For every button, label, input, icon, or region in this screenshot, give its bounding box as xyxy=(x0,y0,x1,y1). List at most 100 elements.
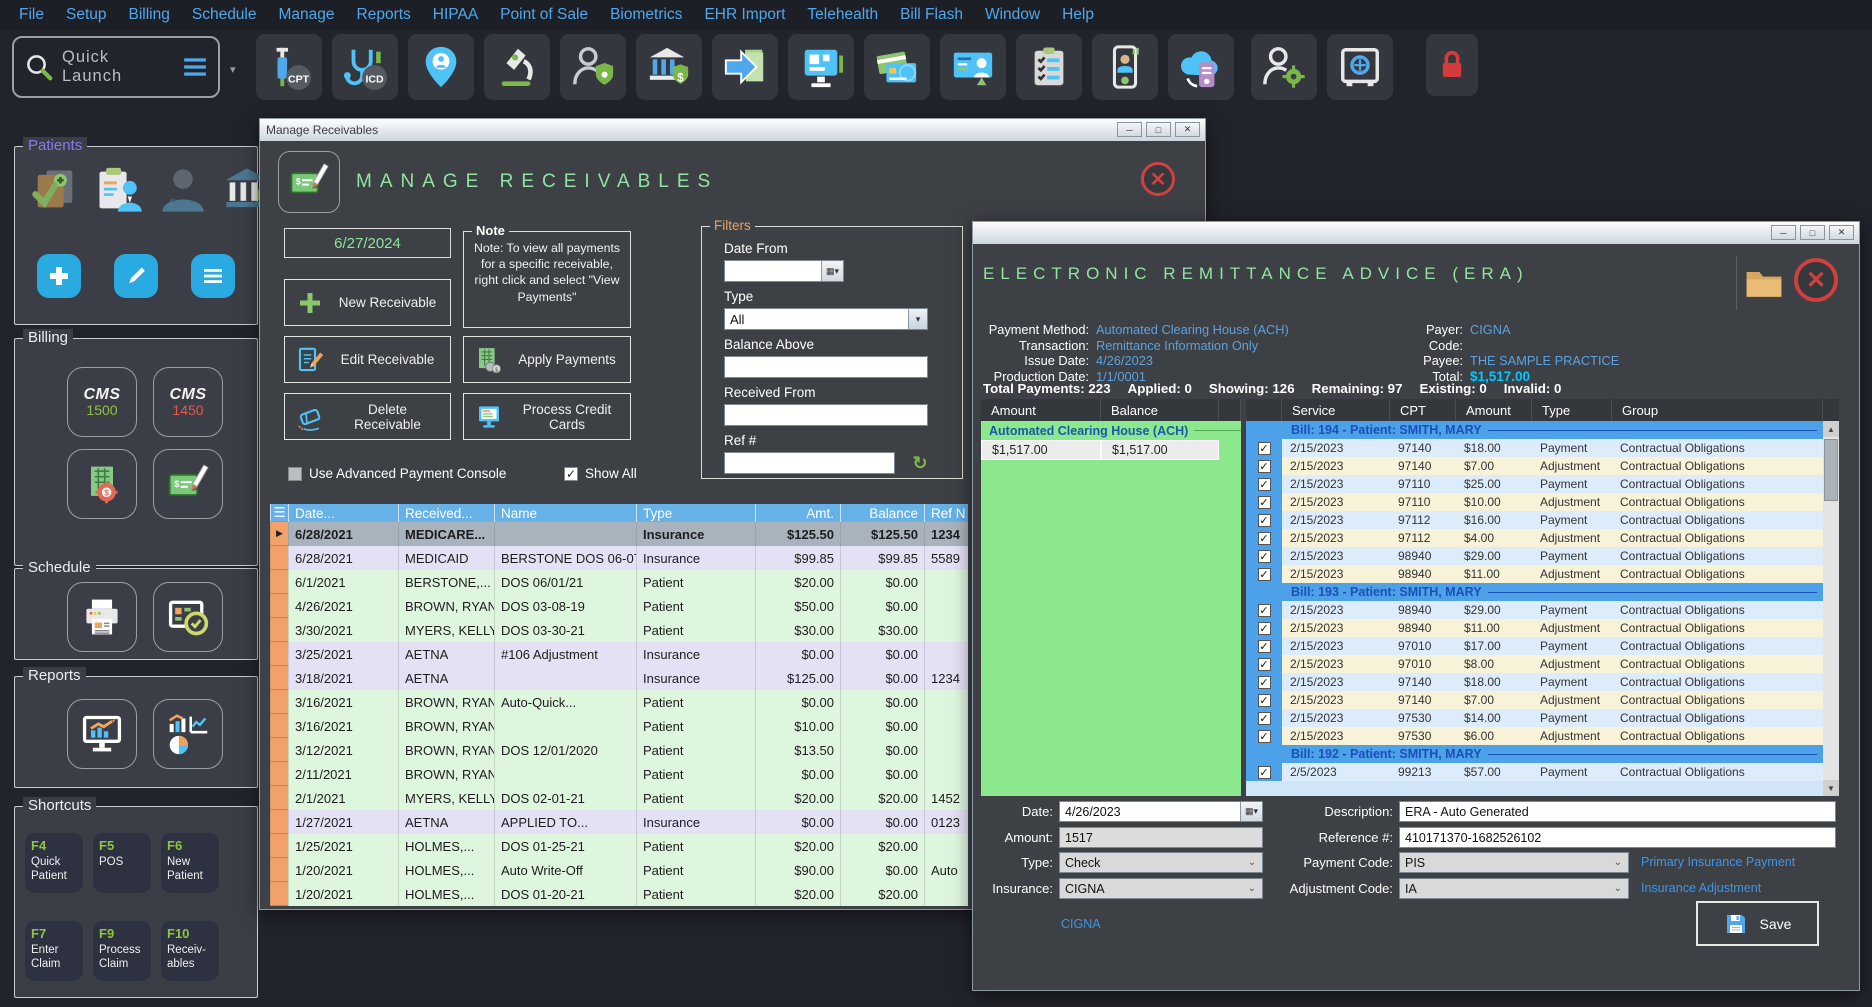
service-row[interactable]: ✓2/15/202397530$6.00AdjustmentContractua… xyxy=(1246,727,1823,745)
checkbox-cell[interactable]: ✓ xyxy=(1246,511,1282,529)
column-header-cpt[interactable]: CPT xyxy=(1390,399,1456,421)
column-header-name[interactable]: Name xyxy=(494,504,636,522)
row-selector[interactable] xyxy=(270,594,288,618)
checkbox-cell[interactable]: ✓ xyxy=(1246,565,1282,583)
checkbox-cell[interactable]: ✓ xyxy=(1246,529,1282,547)
row-selector[interactable] xyxy=(270,666,288,690)
ehr-cloud-button[interactable] xyxy=(1168,34,1234,100)
checkbox-checked-icon[interactable]: ✓ xyxy=(1258,712,1271,725)
mr-titlebar[interactable]: Manage Receivables ─ □ ✕ xyxy=(260,119,1205,141)
row-selector[interactable] xyxy=(270,810,288,834)
receivables-table[interactable]: ☰Date...Received...NameTypeAmt.BalanceRe… xyxy=(270,504,968,907)
row-selector[interactable] xyxy=(270,858,288,882)
checkbox-checked-icon[interactable]: ✓ xyxy=(1258,532,1271,545)
menu-item-billing[interactable]: Billing xyxy=(118,0,181,29)
row-selector[interactable] xyxy=(270,786,288,810)
minimize-button[interactable]: ─ xyxy=(1771,225,1796,240)
pos-terminal-button[interactable] xyxy=(788,34,854,100)
service-row[interactable]: ✓2/15/202397112$4.00AdjustmentContractua… xyxy=(1246,529,1823,547)
maximize-button[interactable]: □ xyxy=(1146,122,1171,137)
service-row[interactable]: ✓2/15/202397010$17.00PaymentContractual … xyxy=(1246,637,1823,655)
close-button[interactable]: ✕ xyxy=(1829,225,1854,240)
checkbox-checked-icon[interactable]: ✓ xyxy=(1258,766,1271,779)
checklist-button[interactable] xyxy=(1016,34,1082,100)
shortcut-f9[interactable]: F9Process Claim xyxy=(93,921,151,981)
era-description-input[interactable]: ERA - Auto Generated xyxy=(1399,801,1836,822)
checkbox-cell[interactable]: ✓ xyxy=(1246,655,1282,673)
chevron-down-icon[interactable]: ▾ xyxy=(230,63,236,76)
checkbox-cell[interactable]: ✓ xyxy=(1246,709,1282,727)
table-row[interactable]: 2/1/2021MYERS, KELLYDOS 02-01-21Patient$… xyxy=(270,786,968,810)
checkbox-cell[interactable]: ✓ xyxy=(1246,457,1282,475)
calendar-dropdown-icon[interactable]: ▦▾ xyxy=(1240,802,1262,821)
checkbox-cell[interactable]: ✓ xyxy=(1246,547,1282,565)
checkbox-cell[interactable]: ✓ xyxy=(1246,763,1282,781)
table-row[interactable]: 3/25/2021AETNA#106 AdjustmentInsurance$0… xyxy=(270,642,968,666)
checkbox-checked-icon[interactable]: ✓ xyxy=(1258,640,1271,653)
service-row[interactable]: ✓2/15/202397112$16.00PaymentContractual … xyxy=(1246,511,1823,529)
process-credit-cards-button[interactable]: Process Credit Cards xyxy=(463,393,631,440)
add-patient-button[interactable] xyxy=(37,254,81,298)
balance-above-input[interactable] xyxy=(724,356,928,378)
patient-chart-icon[interactable] xyxy=(29,164,81,216)
service-row[interactable]: ✓2/15/202397530$14.00PaymentContractual … xyxy=(1246,709,1823,727)
row-selector[interactable] xyxy=(270,738,288,762)
checkbox-cell[interactable]: ✓ xyxy=(1246,439,1282,457)
checks-button[interactable]: $ xyxy=(153,449,223,519)
row-selector[interactable] xyxy=(270,714,288,738)
chevron-down-icon[interactable]: ▾ xyxy=(908,309,927,329)
menu-item-point-of-sale[interactable]: Point of Sale xyxy=(489,0,599,29)
era-insurance-select[interactable]: CIGNA ⌄ xyxy=(1059,878,1263,899)
era-payments-grid[interactable]: AmountBalance Automated Clearing House (… xyxy=(981,399,1241,796)
vault-button[interactable] xyxy=(1327,34,1393,100)
checkbox-checked-icon[interactable]: ✓ xyxy=(564,467,578,481)
bank-deposits-button[interactable]: $ xyxy=(636,34,702,100)
refresh-icon[interactable]: ↻ xyxy=(909,452,931,474)
service-row[interactable]: ✓2/15/202397110$25.00PaymentContractual … xyxy=(1246,475,1823,493)
service-row[interactable]: ✓2/15/202398940$11.00AdjustmentContractu… xyxy=(1246,565,1823,583)
row-selector[interactable] xyxy=(270,570,288,594)
menu-item-file[interactable]: File xyxy=(8,0,55,29)
show-all-checkbox[interactable]: ✓ Show All xyxy=(564,466,637,481)
checkbox-checked-icon[interactable]: ✓ xyxy=(1258,568,1271,581)
checkbox-checked-icon[interactable]: ✓ xyxy=(1258,694,1271,707)
column-header-service[interactable]: Service xyxy=(1282,399,1390,421)
column-header-type[interactable]: Type xyxy=(636,504,755,522)
lock-button[interactable] xyxy=(1426,34,1478,96)
row-selector[interactable] xyxy=(270,882,288,906)
icd-codes-button[interactable]: ICD xyxy=(332,34,398,100)
minimize-button[interactable]: ─ xyxy=(1117,122,1142,137)
era-date-input[interactable]: 4/26/2023 ▦▾ xyxy=(1059,801,1263,822)
service-row[interactable]: ✓2/5/202399213$57.00PaymentContractual O… xyxy=(1246,763,1823,781)
menu-item-biometrics[interactable]: Biometrics xyxy=(599,0,693,29)
column-header-amount[interactable]: Amount xyxy=(1456,399,1532,421)
checkbox-checked-icon[interactable]: ✓ xyxy=(1258,460,1271,473)
menu-item-bill-flash[interactable]: Bill Flash xyxy=(889,0,974,29)
edit-receivable-button[interactable]: Edit Receivable xyxy=(284,336,451,383)
row-selector[interactable] xyxy=(270,834,288,858)
column-header-balance[interactable]: Balance xyxy=(840,504,924,522)
print-schedule-button[interactable] xyxy=(67,582,137,652)
table-row[interactable]: 1/25/2021HOLMES,...DOS 01-25-21Patient$2… xyxy=(270,834,968,858)
row-selector[interactable] xyxy=(270,690,288,714)
close-button[interactable]: ✕ xyxy=(1175,122,1200,137)
checkbox-cell[interactable]: ✓ xyxy=(1246,493,1282,511)
column-header-group[interactable]: Group xyxy=(1612,399,1823,421)
menu-item-telehealth[interactable]: Telehealth xyxy=(796,0,889,29)
menu-item-hipaa[interactable]: HIPAA xyxy=(422,0,489,29)
table-row[interactable]: 4/26/2021BROWN, RYANDOS 03-08-19Patient$… xyxy=(270,594,968,618)
telehealth-button[interactable] xyxy=(1092,34,1158,100)
scroll-up-icon[interactable]: ▲ xyxy=(1823,421,1839,437)
service-row[interactable]: ✓2/15/202398940$29.00PaymentContractual … xyxy=(1246,547,1823,565)
apply-payments-button[interactable]: $ Apply Payments xyxy=(463,336,631,383)
era-adjustment-code-select[interactable]: IA ⌄ xyxy=(1399,878,1629,899)
table-row[interactable]: 3/30/2021MYERS, KELLYDOS 03-30-21Patient… xyxy=(270,618,968,642)
table-row[interactable]: 1/20/2021HOLMES,...Auto Write-OffPatient… xyxy=(270,858,968,882)
checkbox-checked-icon[interactable]: ✓ xyxy=(1258,478,1271,491)
table-row[interactable]: 3/18/2021AETNAInsurance$125.00$0.001234 xyxy=(270,666,968,690)
table-row[interactable]: 3/16/2021BROWN, RYANAuto-Quick...Patient… xyxy=(270,690,968,714)
menu-item-setup[interactable]: Setup xyxy=(55,0,118,29)
column-header-type[interactable]: Type xyxy=(1532,399,1612,421)
statements-button[interactable]: $ xyxy=(67,449,137,519)
export-claims-button[interactable] xyxy=(712,34,778,100)
